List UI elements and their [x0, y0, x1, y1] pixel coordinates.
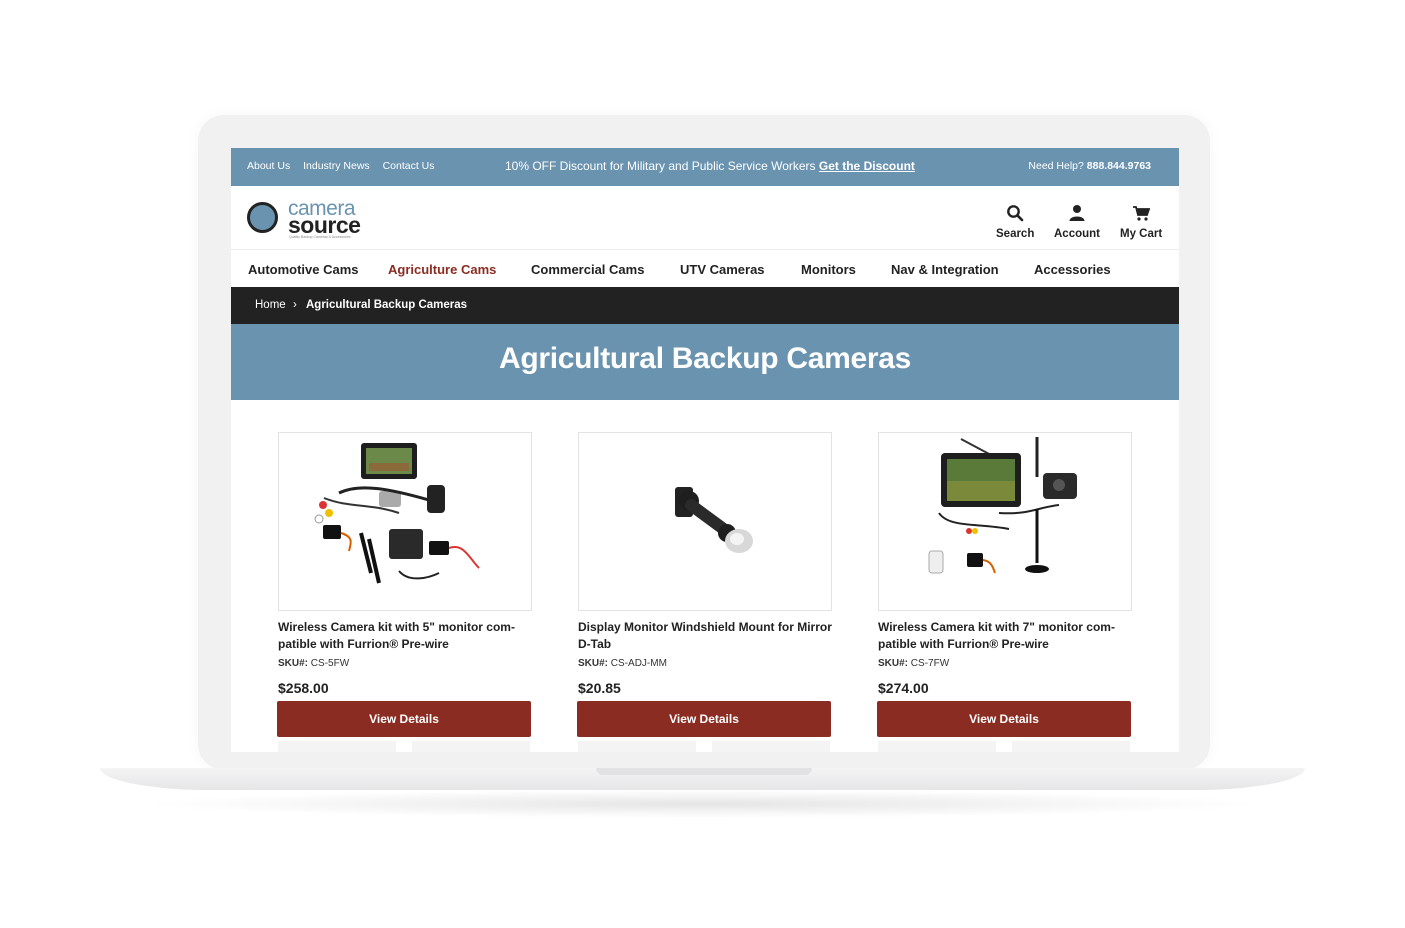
view-details-button[interactable]: View Details: [577, 701, 831, 737]
product-name[interactable]: Wireless Camera kit with 5" monitor com-…: [278, 619, 532, 653]
product-name[interactable]: Display Monitor Windshield Mount for Mir…: [578, 619, 832, 653]
breadcrumb-current: Agricultural Backup Cameras: [306, 299, 468, 311]
cart-icon: [1133, 206, 1151, 221]
laptop-shadow: [140, 790, 1265, 818]
nav-item-agriculture-cams[interactable]: Agriculture Cams: [388, 262, 496, 277]
product-price: $258.00: [278, 680, 329, 696]
page-title: Agricultural Backup Cameras: [498, 342, 912, 375]
promo-banner: 10% OFF Discount for Military and Public…: [505, 159, 915, 173]
sku-label: SKU#:: [878, 658, 909, 669]
search-label: Search: [996, 228, 1035, 240]
site-header: camera source Quality Backup Cameras & A…: [231, 186, 1179, 250]
camera-kit-image: [314, 443, 480, 584]
nav-item-commercial-cams[interactable]: Commercial Cams: [531, 262, 644, 277]
card-footer-placeholder: [878, 741, 1132, 752]
card-footer-placeholder: [578, 741, 832, 752]
help-phone-link[interactable]: 888.844.9763: [1087, 160, 1151, 172]
product-sku: SKU#: CS-5FW: [278, 658, 532, 669]
sku-value: CS-7FW: [910, 658, 950, 669]
sku-value: CS-5FW: [310, 658, 350, 669]
breadcrumb: Home › Agricultural Backup Cameras: [231, 287, 1179, 324]
product-sku: SKU#: CS-ADJ-MM: [578, 658, 832, 669]
industry-news-link[interactable]: Industry News: [303, 160, 370, 172]
nav-item-accessories[interactable]: Accessories: [1034, 262, 1111, 277]
contact-us-link[interactable]: Contact Us: [383, 160, 435, 172]
get-discount-link[interactable]: Get the Discount: [819, 159, 915, 173]
cart-button[interactable]: My Cart: [1120, 204, 1162, 240]
sku-label: SKU#:: [578, 658, 609, 669]
account-button[interactable]: Account: [1054, 204, 1100, 240]
product-card: Wireless Camera kit with 7" monitor com-…: [877, 432, 1132, 752]
laptop-screen: About Us Industry News Contact Us 10% OF…: [231, 148, 1179, 752]
view-details-button[interactable]: View Details: [877, 701, 1131, 737]
main-nav: Automotive Cams Agriculture Cams Commerc…: [231, 250, 1179, 287]
sku-label: SKU#:: [278, 658, 309, 669]
camera-kit-image: [928, 437, 1077, 574]
help-contact: Need Help? 888.844.9763: [1028, 160, 1151, 172]
view-details-button[interactable]: View Details: [277, 701, 531, 737]
cart-label: My Cart: [1120, 228, 1163, 240]
promo-text: 10% OFF Discount for Military and Public…: [505, 159, 816, 173]
logo-tagline: Quality Backup Cameras & Accessories: [289, 235, 351, 239]
windshield-mount-image: [675, 487, 753, 553]
logo-lens-icon: [247, 202, 278, 233]
search-icon: [1007, 205, 1024, 222]
laptop-notch: [596, 768, 812, 775]
product-price: $274.00: [878, 680, 929, 696]
utility-links: About Us Industry News Contact Us: [247, 160, 445, 172]
breadcrumb-chevron-icon: ›: [293, 299, 297, 311]
top-utility-bar: About Us Industry News Contact Us 10% OF…: [231, 148, 1179, 186]
account-icon: [1069, 205, 1085, 221]
nav-item-automotive-cams[interactable]: Automotive Cams: [248, 262, 359, 277]
product-image[interactable]: [578, 432, 832, 611]
product-sku: SKU#: CS-7FW: [878, 658, 1132, 669]
account-label: Account: [1054, 228, 1100, 240]
nav-item-monitors[interactable]: Monitors: [801, 262, 856, 277]
product-name[interactable]: Wireless Camera kit with 7" monitor com-…: [878, 619, 1132, 653]
category-hero: Agricultural Backup Cameras: [231, 324, 1179, 400]
card-footer-placeholder: [278, 741, 532, 752]
help-label: Need Help?: [1028, 160, 1084, 172]
product-card: Display Monitor Windshield Mount for Mir…: [577, 432, 832, 752]
product-image[interactable]: [878, 432, 1132, 611]
product-price: $20.85: [578, 680, 621, 696]
search-button[interactable]: Search: [996, 204, 1034, 240]
about-us-link[interactable]: About Us: [247, 160, 290, 172]
nav-item-nav-integration[interactable]: Nav & Integration: [891, 262, 999, 277]
sku-value: CS-ADJ-MM: [610, 658, 667, 669]
breadcrumb-home-link[interactable]: Home: [255, 299, 286, 311]
nav-item-utv-cameras[interactable]: UTV Cameras: [680, 262, 765, 277]
product-image[interactable]: [278, 432, 532, 611]
product-card: Wireless Camera kit with 5" monitor com-…: [277, 432, 532, 752]
